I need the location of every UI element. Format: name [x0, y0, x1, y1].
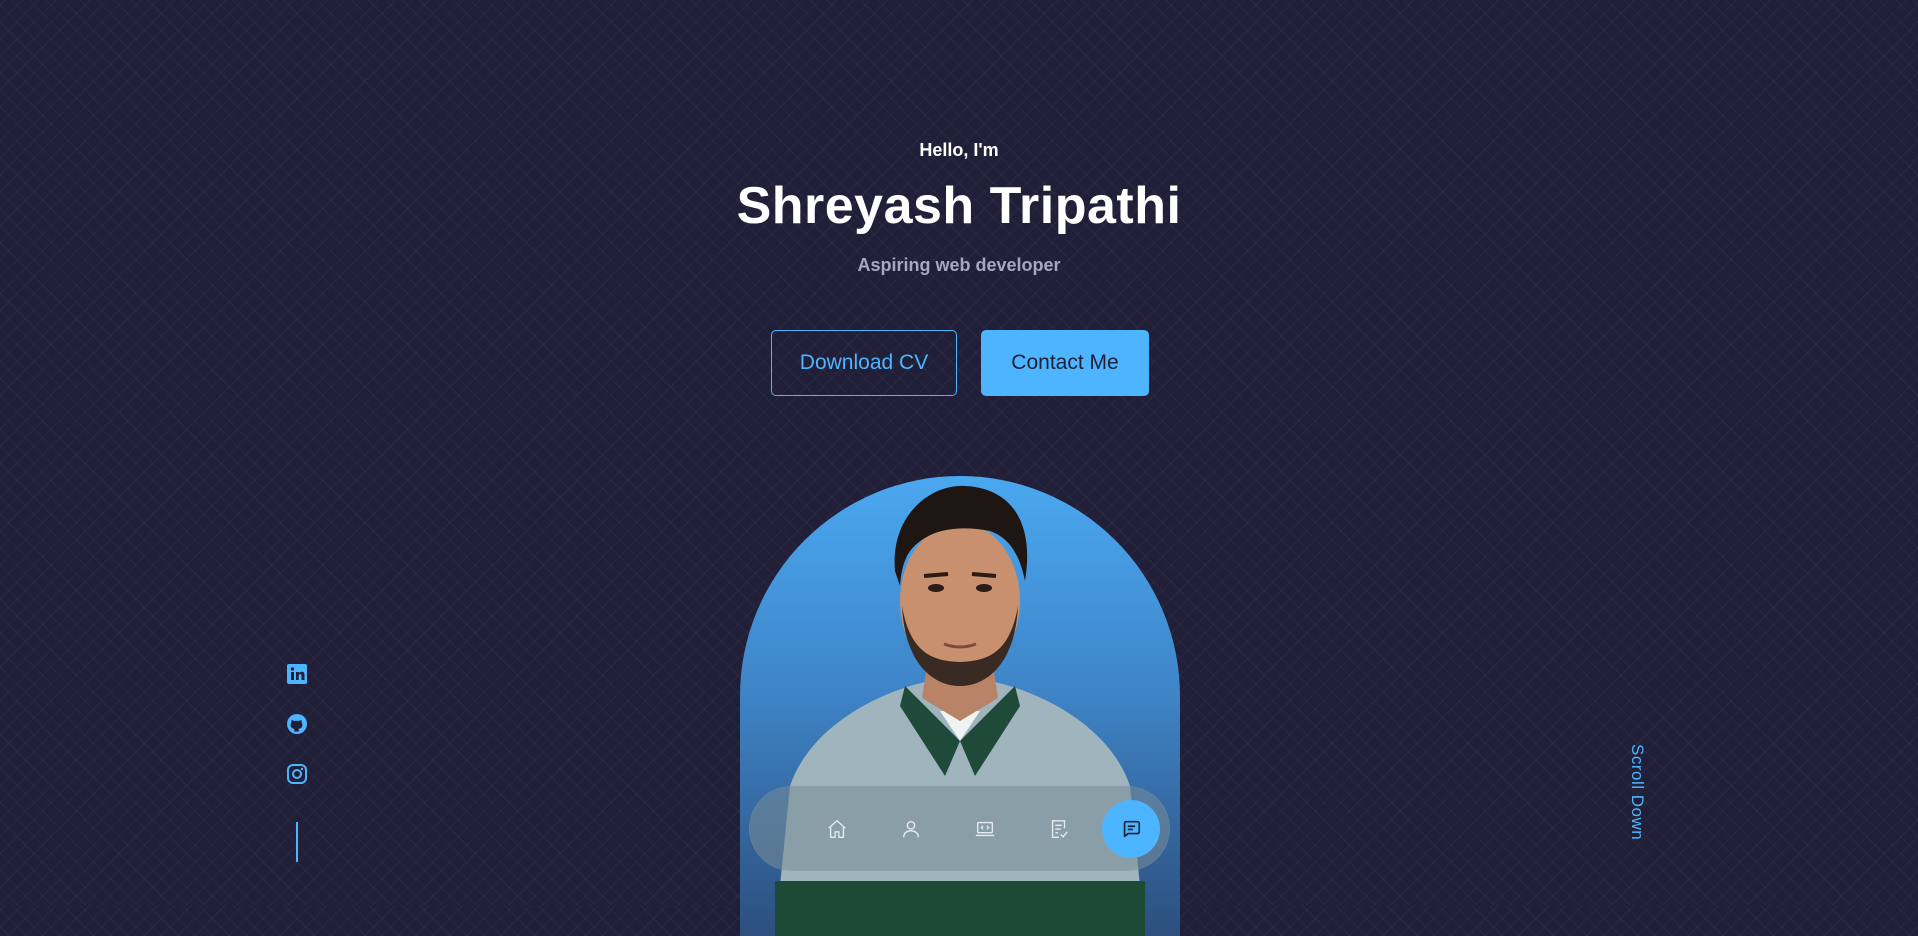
- nav-about[interactable]: [880, 798, 942, 860]
- greeting-text: Hello, I'm: [919, 140, 999, 160]
- user-icon: [902, 820, 920, 837]
- social-divider-line: [296, 822, 298, 862]
- download-cv-button[interactable]: Download CV: [771, 330, 957, 396]
- notes-check-icon: [1051, 819, 1068, 838]
- instagram-icon[interactable]: [286, 763, 308, 785]
- nav-experience[interactable]: [954, 798, 1016, 860]
- nav-contact[interactable]: [1102, 799, 1160, 858]
- home-icon: [828, 819, 846, 838]
- hero-section: Hello, I'm Shreyash Tripathi Aspiring we…: [0, 0, 1918, 936]
- laptop-code-icon: [975, 821, 995, 836]
- page-title: Shreyash Tripathi: [736, 177, 1182, 235]
- github-icon[interactable]: [286, 713, 308, 735]
- message-icon: [1123, 820, 1141, 837]
- contact-me-button[interactable]: Contact Me: [981, 330, 1149, 396]
- role-subtitle: Aspiring web developer: [857, 255, 1061, 275]
- linkedin-icon[interactable]: [286, 663, 308, 685]
- social-links: [286, 663, 308, 862]
- cta-group: Download CV Contact Me: [771, 330, 1149, 396]
- nav-home[interactable]: [806, 798, 868, 860]
- bottom-navbar: [749, 786, 1170, 871]
- scroll-down-link[interactable]: Scroll Down: [1627, 744, 1647, 840]
- nav-services[interactable]: [1028, 798, 1090, 860]
